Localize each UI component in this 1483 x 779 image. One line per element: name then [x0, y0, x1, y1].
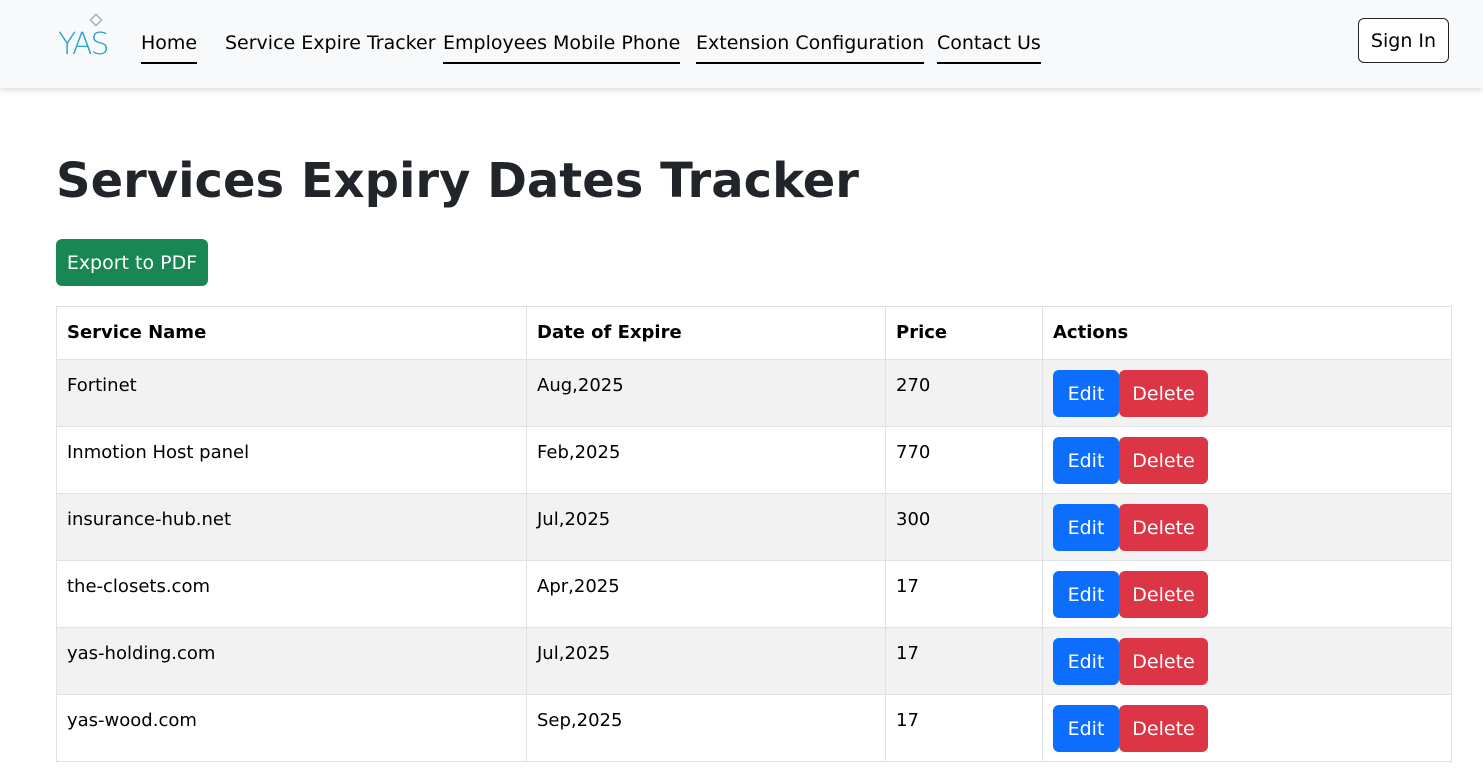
expire-date-cell: Jul,2025 [526, 627, 886, 695]
delete-button[interactable]: Delete [1119, 437, 1208, 484]
services-table: Service Name Date of Expire Price Action… [56, 306, 1452, 762]
delete-button[interactable]: Delete [1119, 504, 1208, 551]
nav-link-employees-mobile-phone[interactable]: Employees Mobile Phone [443, 30, 681, 64]
service-name-cell: yas-holding.com [56, 627, 527, 695]
logo-text: YAS [58, 27, 108, 62]
table-row: Inmotion Host panel Feb,2025 770 Edit Del… [56, 426, 1452, 494]
service-name-cell: the-closets.com [56, 560, 527, 628]
expire-date-cell: Apr,2025 [526, 560, 886, 628]
actions-cell: Edit Delete [1042, 627, 1452, 695]
export-to-pdf-button[interactable]: Export to PDF [56, 239, 208, 286]
expire-date-cell: Jul,2025 [526, 493, 886, 561]
column-header-date-of-expire: Date of Expire [526, 306, 886, 360]
price-cell: 17 [885, 627, 1043, 695]
service-name-cell: insurance-hub.net [56, 493, 527, 561]
edit-button[interactable]: Edit [1053, 638, 1119, 685]
actions-cell: Edit Delete [1042, 493, 1452, 561]
table-header-row: Service Name Date of Expire Price Action… [56, 306, 1452, 360]
logo-diamond-icon [89, 13, 103, 27]
column-header-service-name: Service Name [56, 306, 527, 360]
delete-button[interactable]: Delete [1119, 571, 1208, 618]
table-row: insurance-hub.net Jul,2025 300 Edit Delet… [56, 493, 1452, 561]
edit-button[interactable]: Edit [1053, 370, 1119, 417]
actions-cell: Edit Delete [1042, 359, 1452, 427]
nav-link-home[interactable]: Home [141, 30, 198, 64]
edit-button[interactable]: Edit [1053, 571, 1119, 618]
delete-button[interactable]: Delete [1119, 638, 1208, 685]
logo[interactable]: YAS [56, 12, 112, 72]
price-cell: 300 [885, 493, 1043, 561]
delete-button[interactable]: Delete [1119, 370, 1208, 417]
delete-button[interactable]: Delete [1119, 705, 1208, 752]
service-name-cell: Fortinet [56, 359, 527, 427]
actions-cell: Edit Delete [1042, 560, 1452, 628]
sign-in-button[interactable]: Sign In [1358, 18, 1449, 63]
service-name-cell: Inmotion Host panel [56, 426, 527, 494]
table-row: Fortinet Aug,2025 270 Edit Delete [56, 359, 1452, 427]
nav-link-extension-configuration[interactable]: Extension Configuration [696, 30, 925, 64]
actions-cell: Edit Delete [1042, 426, 1452, 494]
column-header-price: Price [885, 306, 1043, 360]
table-row: yas-wood.com Sep,2025 17 Edit Delete [56, 694, 1452, 762]
edit-button[interactable]: Edit [1053, 504, 1119, 551]
expire-date-cell: Sep,2025 [526, 694, 886, 762]
price-cell: 17 [885, 560, 1043, 628]
service-name-cell: yas-wood.com [56, 694, 527, 762]
navbar: YAS Home Service Expire Tracker Employee… [0, 0, 1483, 88]
nav-link-service-expire-tracker[interactable]: Service Expire Tracker [225, 30, 436, 62]
expire-date-cell: Aug,2025 [526, 359, 886, 427]
edit-button[interactable]: Edit [1053, 705, 1119, 752]
price-cell: 17 [885, 694, 1043, 762]
logo-mark: YAS [58, 13, 110, 62]
column-header-actions: Actions [1042, 306, 1452, 360]
nav-link-contact-us[interactable]: Contact Us [937, 30, 1041, 64]
price-cell: 270 [885, 359, 1043, 427]
table-row: yas-holding.com Jul,2025 17 Edit Delete [56, 627, 1452, 695]
actions-cell: Edit Delete [1042, 694, 1452, 762]
table-row: the-closets.com Apr,2025 17 Edit Delete [56, 560, 1452, 628]
edit-button[interactable]: Edit [1053, 437, 1119, 484]
price-cell: 770 [885, 426, 1043, 494]
expire-date-cell: Feb,2025 [526, 426, 886, 494]
page-title: Services Expiry Dates Tracker [56, 153, 859, 209]
